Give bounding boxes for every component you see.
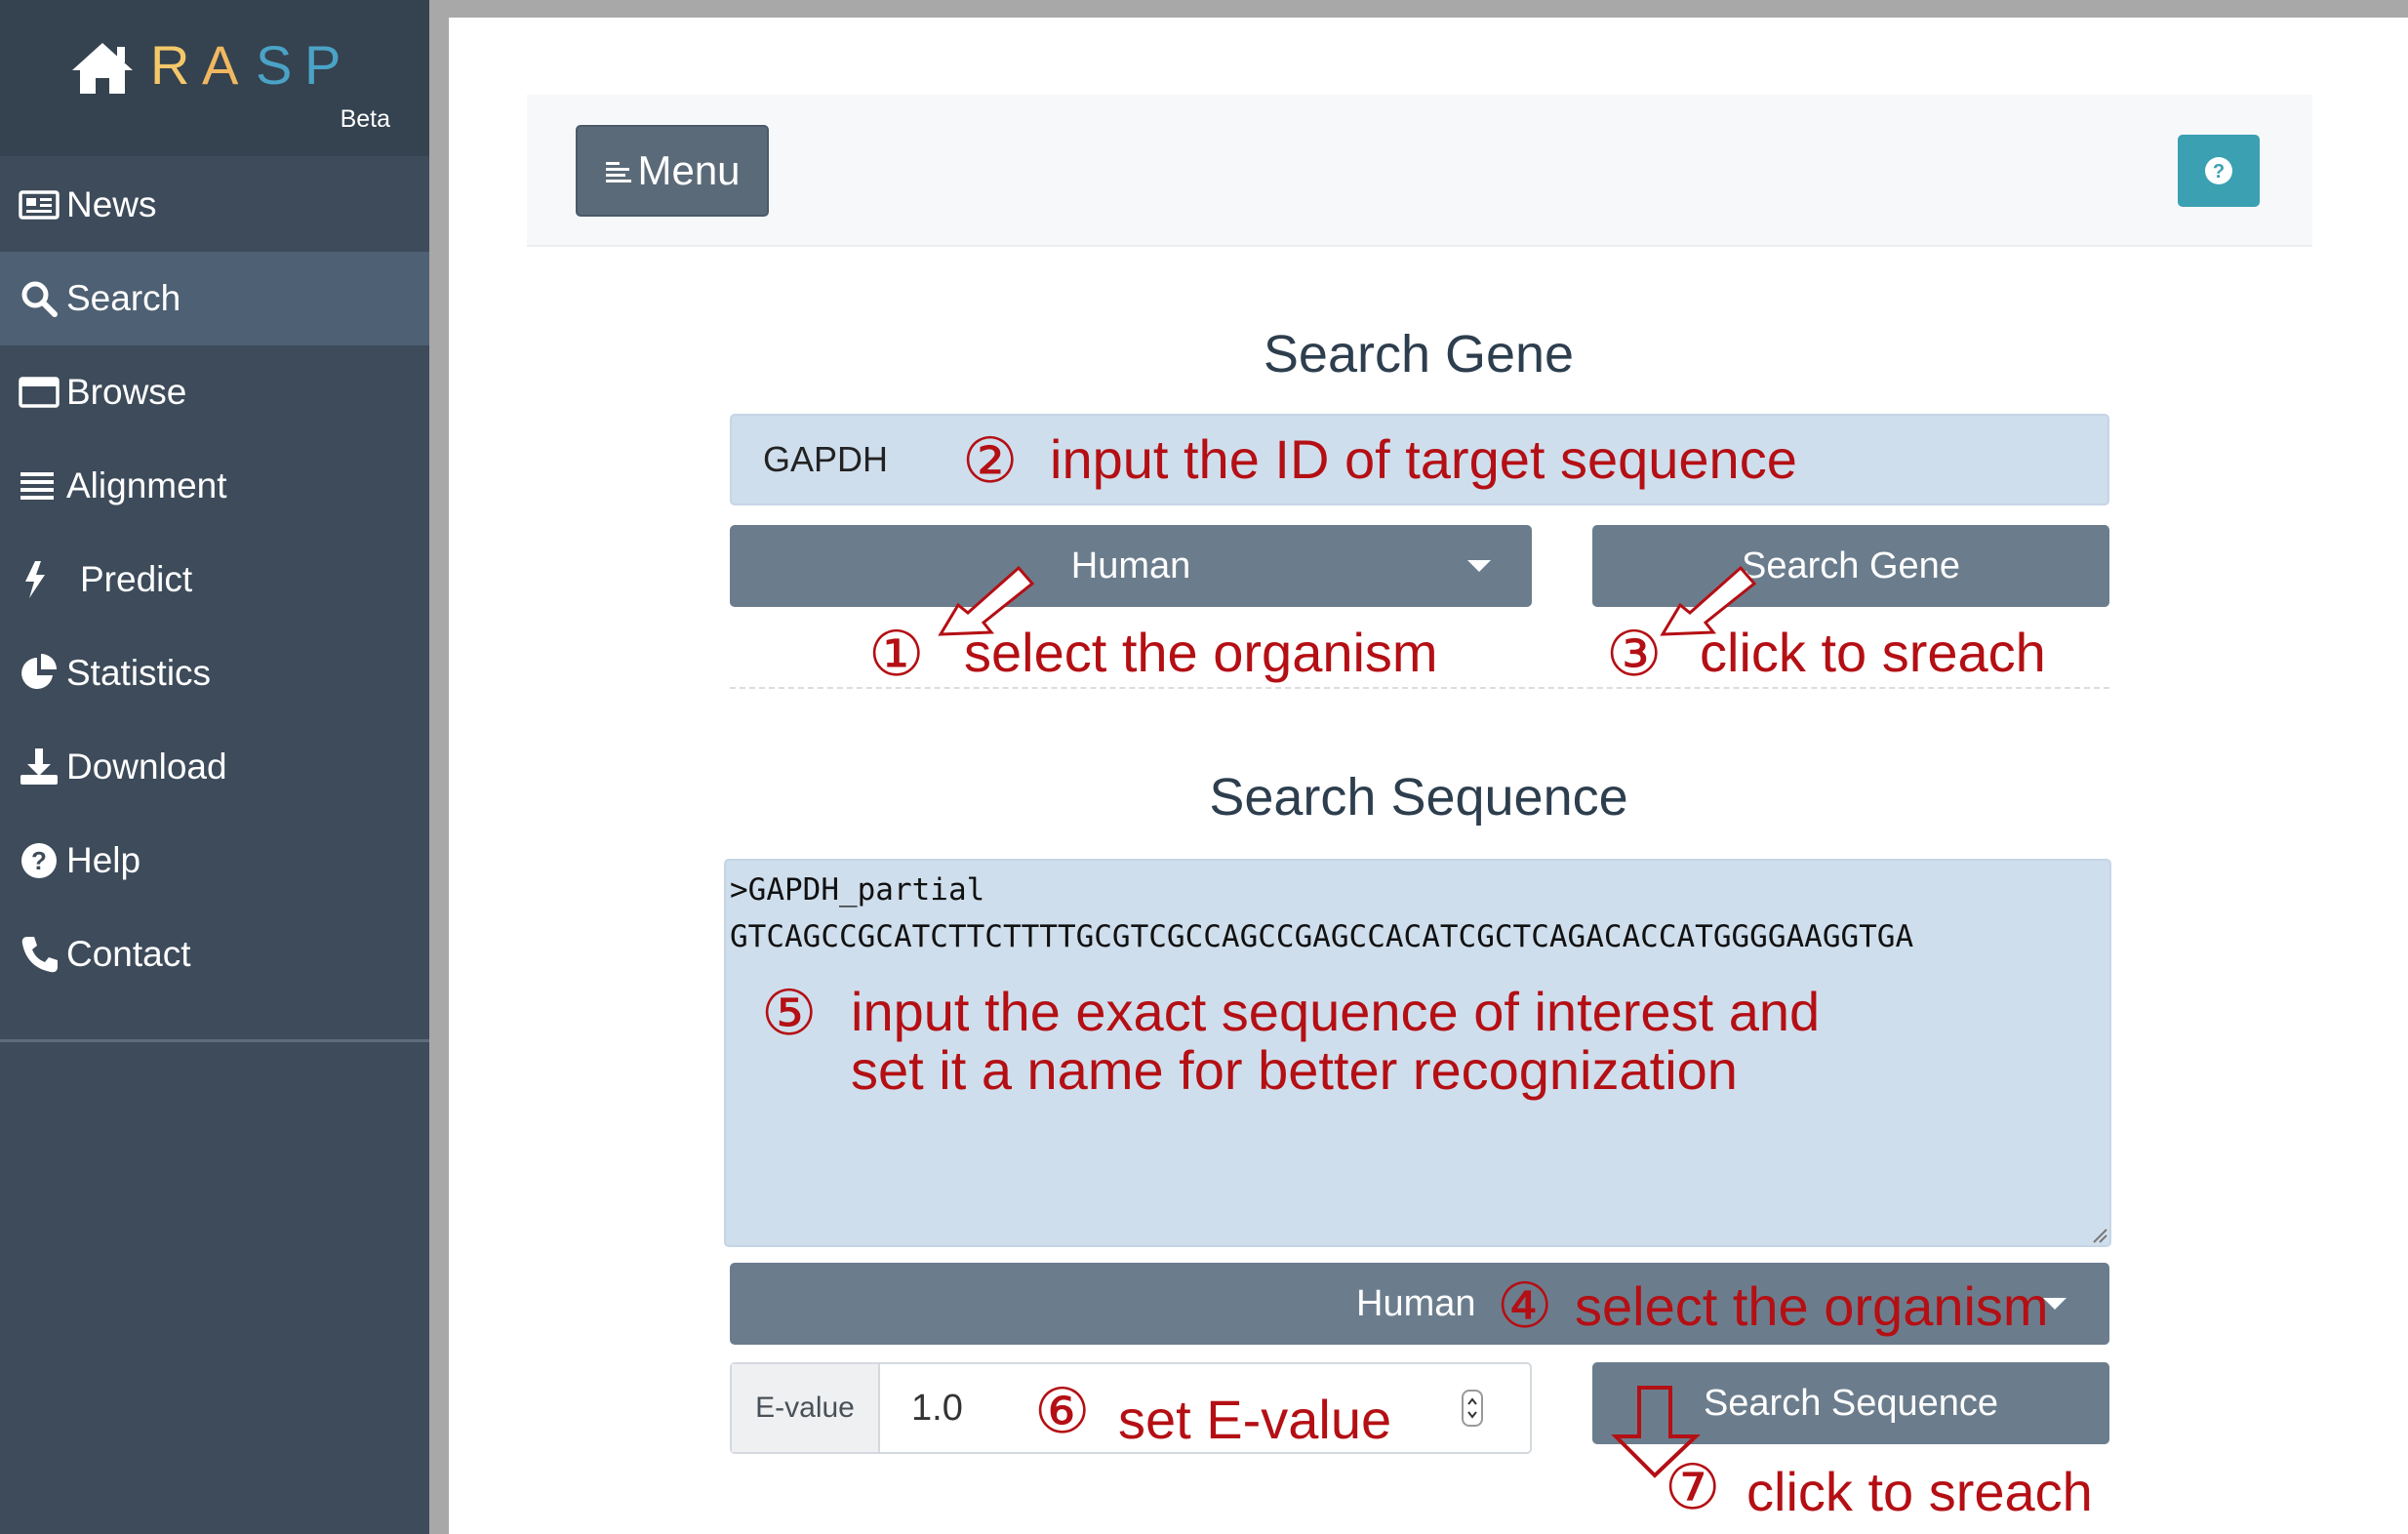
sidebar-item-search[interactable]: Search [0,252,429,345]
chevron-down-icon [1467,560,1491,572]
search-sequence-title: Search Sequence [1209,768,1628,827]
sidebar-item-label: News [66,184,157,224]
brand[interactable]: R A S P Beta [0,0,429,156]
brand-beta-label: Beta [340,105,390,133]
annotation-text-5a: input the exact sequence of interest and [851,981,1821,1042]
sidebar-item-label: Predict [80,559,193,599]
sidebar-item-alignment[interactable]: Alignment [0,439,429,533]
evalue-spinner[interactable] [1462,1390,1483,1427]
annotation-number-5: ⑤ [761,978,818,1048]
sidebar-item-label: Download [66,747,227,787]
gene-id-value: GAPDH [763,439,889,479]
sidebar-item-statistics[interactable]: Statistics [0,626,429,720]
gene-organism-select[interactable]: Human [730,525,1532,607]
question-circle-icon: ? [21,843,57,878]
question-circle-icon: ? [2205,157,2232,184]
sidebar-item-label: Alignment [66,465,227,505]
sequence-header-line: >GAPDH_partial [730,872,985,908]
sidebar-item-contact[interactable]: Contact [0,908,429,1001]
svg-text:?: ? [2213,161,2225,182]
sequence-body-line: GTCAGCCGCATCTTCTTTTGCGTCGCCAGCCGAGCCACAT… [730,919,1914,954]
sidebar-item-download[interactable]: Download [0,720,429,814]
window-icon [19,377,60,408]
sidebar-item-label: Help [66,840,141,880]
annotation-number-3: ③ [1606,619,1663,689]
annotation-number-4: ④ [1497,1271,1553,1341]
phone-icon [21,937,58,973]
sidebar: R A S P Beta News Search Browse Alignmen… [0,0,429,1534]
annotation-text-3: click to sreach [1700,622,2046,683]
annotation-number-1: ① [868,619,925,689]
annotation-number-2: ② [962,425,1019,496]
annotation-text-6: set E-value [1118,1389,1392,1450]
sidebar-item-label: Statistics [66,653,212,693]
newspaper-icon [19,190,60,220]
top-navbar [527,95,2312,247]
help-button[interactable]: ? [2178,135,2260,207]
annotation-number-7: ⑦ [1665,1452,1721,1522]
menu-lines-icon [606,162,632,182]
pie-chart-icon [21,654,57,689]
section-divider [730,687,2109,689]
sidebar-item-help[interactable]: ? Help [0,814,429,908]
spinner-arrows-icon [1467,1397,1477,1419]
bolt-icon [25,561,45,598]
sidebar-item-label: Browse [66,372,187,412]
svg-text:?: ? [31,846,47,875]
brand-letter-s: S [256,34,293,96]
download-icon [20,748,58,785]
sidebar-item-label: Search [66,278,181,318]
annotation-text-1: select the organism [964,622,1438,683]
annotation-text-4: select the organism [1575,1275,2049,1337]
menu-button-label: Menu [637,147,741,193]
sidebar-item-browse[interactable]: Browse [0,345,429,439]
align-icon [20,472,54,500]
sequence-organism-value: Human [1356,1282,1476,1324]
brand-letter-p: P [304,34,341,96]
annotation-text-7: click to sreach [1746,1461,2093,1522]
menu-button[interactable]: Menu [576,125,769,217]
home-icon [72,43,133,94]
gene-organism-value: Human [1070,545,1191,586]
search-icon [21,281,58,317]
search-gene-title: Search Gene [1263,325,1575,384]
evalue-input[interactable]: 1.0 [911,1364,963,1452]
brand-letter-r: R [150,34,190,96]
evalue-label: E-value [732,1364,880,1452]
annotation-number-6: ⑥ [1034,1376,1091,1446]
resize-handle-icon[interactable] [2092,1228,2107,1243]
annotation-text-2: input the ID of target sequence [1050,428,1797,490]
annotation-text-5b: set it a name for better recognization [851,1039,1738,1101]
sidebar-item-label: Contact [66,934,191,974]
brand-letter-a: A [202,34,239,96]
sidebar-divider [0,1039,429,1042]
sidebar-item-news[interactable]: News [0,158,429,252]
sidebar-item-predict[interactable]: Predict [0,533,429,626]
